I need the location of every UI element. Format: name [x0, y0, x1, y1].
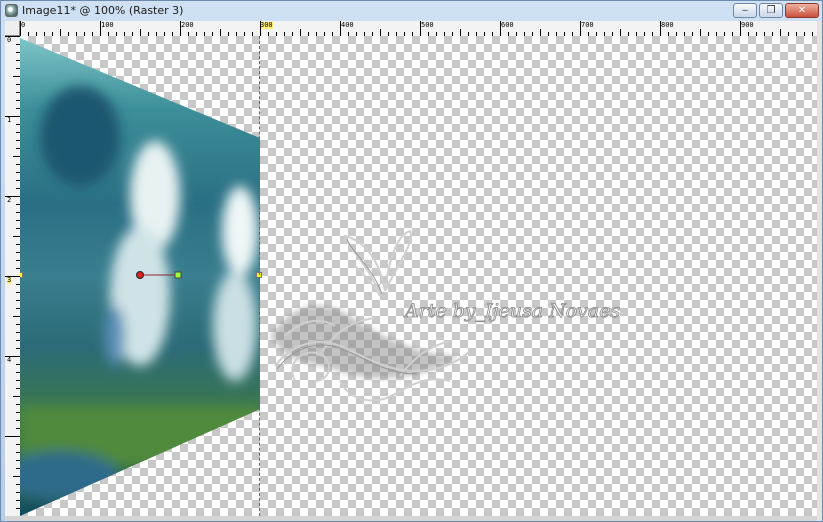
- ruler-h-label: 500: [421, 21, 434, 29]
- ruler-tick: [13, 236, 20, 237]
- vertical-scrollbar[interactable]: [817, 21, 822, 521]
- restore-button[interactable]: ❐: [759, 3, 783, 18]
- ruler-tick: [300, 29, 301, 36]
- canvas-art: Arte by_Ijeusa Novaes: [20, 38, 621, 516]
- ruler-tick: [540, 29, 541, 36]
- bottom-scrollbar[interactable]: [5, 516, 817, 521]
- ruler-tick: [13, 476, 20, 477]
- ruler-tick: [740, 21, 741, 36]
- ruler-h-label: 400: [341, 21, 354, 29]
- watermark-text: Arte by_Ijeusa Novaes: [403, 300, 620, 322]
- ruler-tick: [660, 21, 661, 36]
- ruler-tick: [60, 29, 61, 36]
- horizontal-ruler[interactable]: 0 100 200 300 400 500 600 700 800 900: [20, 21, 817, 37]
- ruler-v-label: 4: [7, 356, 12, 364]
- ruler-tick: [13, 76, 20, 77]
- ruler-tick: [620, 29, 621, 36]
- ruler-v-label: 3: [7, 276, 12, 284]
- close-icon: ✕: [797, 5, 807, 16]
- ruler-tick: [340, 21, 341, 36]
- ruler-tick: [420, 21, 421, 36]
- ruler-h-label: 700: [581, 21, 594, 29]
- ruler-tick: [700, 29, 701, 36]
- ruler-v-label: 0: [7, 36, 12, 44]
- vertical-guide-line[interactable]: [259, 36, 260, 516]
- image-document-window[interactable]: Image11* @ 100% (Raster 3) ‒ ❐ ✕ 0 100 2…: [0, 0, 823, 522]
- title-bar[interactable]: Image11* @ 100% (Raster 3) ‒ ❐ ✕: [1, 1, 822, 21]
- ruler-tick: [13, 316, 20, 317]
- image-canvas[interactable]: Arte by_Ijeusa Novaes: [20, 36, 817, 516]
- ruler-tick: [580, 21, 581, 36]
- ruler-h-label: 100: [101, 21, 114, 29]
- ruler-h-label: 800: [661, 21, 674, 29]
- window-title: Image11* @ 100% (Raster 3): [22, 4, 184, 17]
- ruler-tick: [780, 29, 781, 36]
- ruler-tick: [220, 29, 221, 36]
- ruler-tick: [5, 196, 20, 197]
- ruler-tick: [180, 21, 181, 36]
- ruler-tick: [100, 21, 101, 36]
- minimize-button[interactable]: ‒: [733, 3, 757, 18]
- ruler-h-label: 300: [260, 21, 273, 29]
- ruler-h-label: 600: [501, 21, 514, 29]
- ruler-tick: [5, 276, 20, 277]
- minimize-icon: ‒: [741, 5, 749, 16]
- ruler-tick: [500, 21, 501, 36]
- ruler-tick: [20, 21, 21, 36]
- ruler-tick: [13, 156, 20, 157]
- ruler-h-label: 900: [741, 21, 754, 29]
- ruler-v-label: 1: [7, 116, 12, 124]
- ruler-tick: [460, 29, 461, 36]
- ruler-tick: [5, 356, 20, 357]
- ruler-corner: [5, 21, 20, 36]
- ruler-tick: [5, 436, 20, 437]
- ruler-v-label: 2: [7, 196, 12, 204]
- app-icon[interactable]: [5, 4, 18, 17]
- ruler-tick: [380, 29, 381, 36]
- window-controls: ‒ ❐ ✕: [733, 3, 819, 18]
- restore-icon: ❐: [766, 5, 776, 16]
- ruler-tick: [260, 21, 261, 36]
- perspective-side-handle-left[interactable]: [20, 272, 23, 278]
- close-button[interactable]: ✕: [785, 3, 819, 18]
- ruler-tick: [5, 116, 20, 117]
- ruler-h-label: 200: [181, 21, 194, 29]
- ruler-tick: [140, 29, 141, 36]
- vertical-ruler[interactable]: 0 1 2 3 4: [5, 36, 21, 516]
- ruler-h-label: 0: [21, 21, 26, 29]
- ruler-tick: [13, 396, 20, 397]
- ruler-tick: [5, 36, 20, 37]
